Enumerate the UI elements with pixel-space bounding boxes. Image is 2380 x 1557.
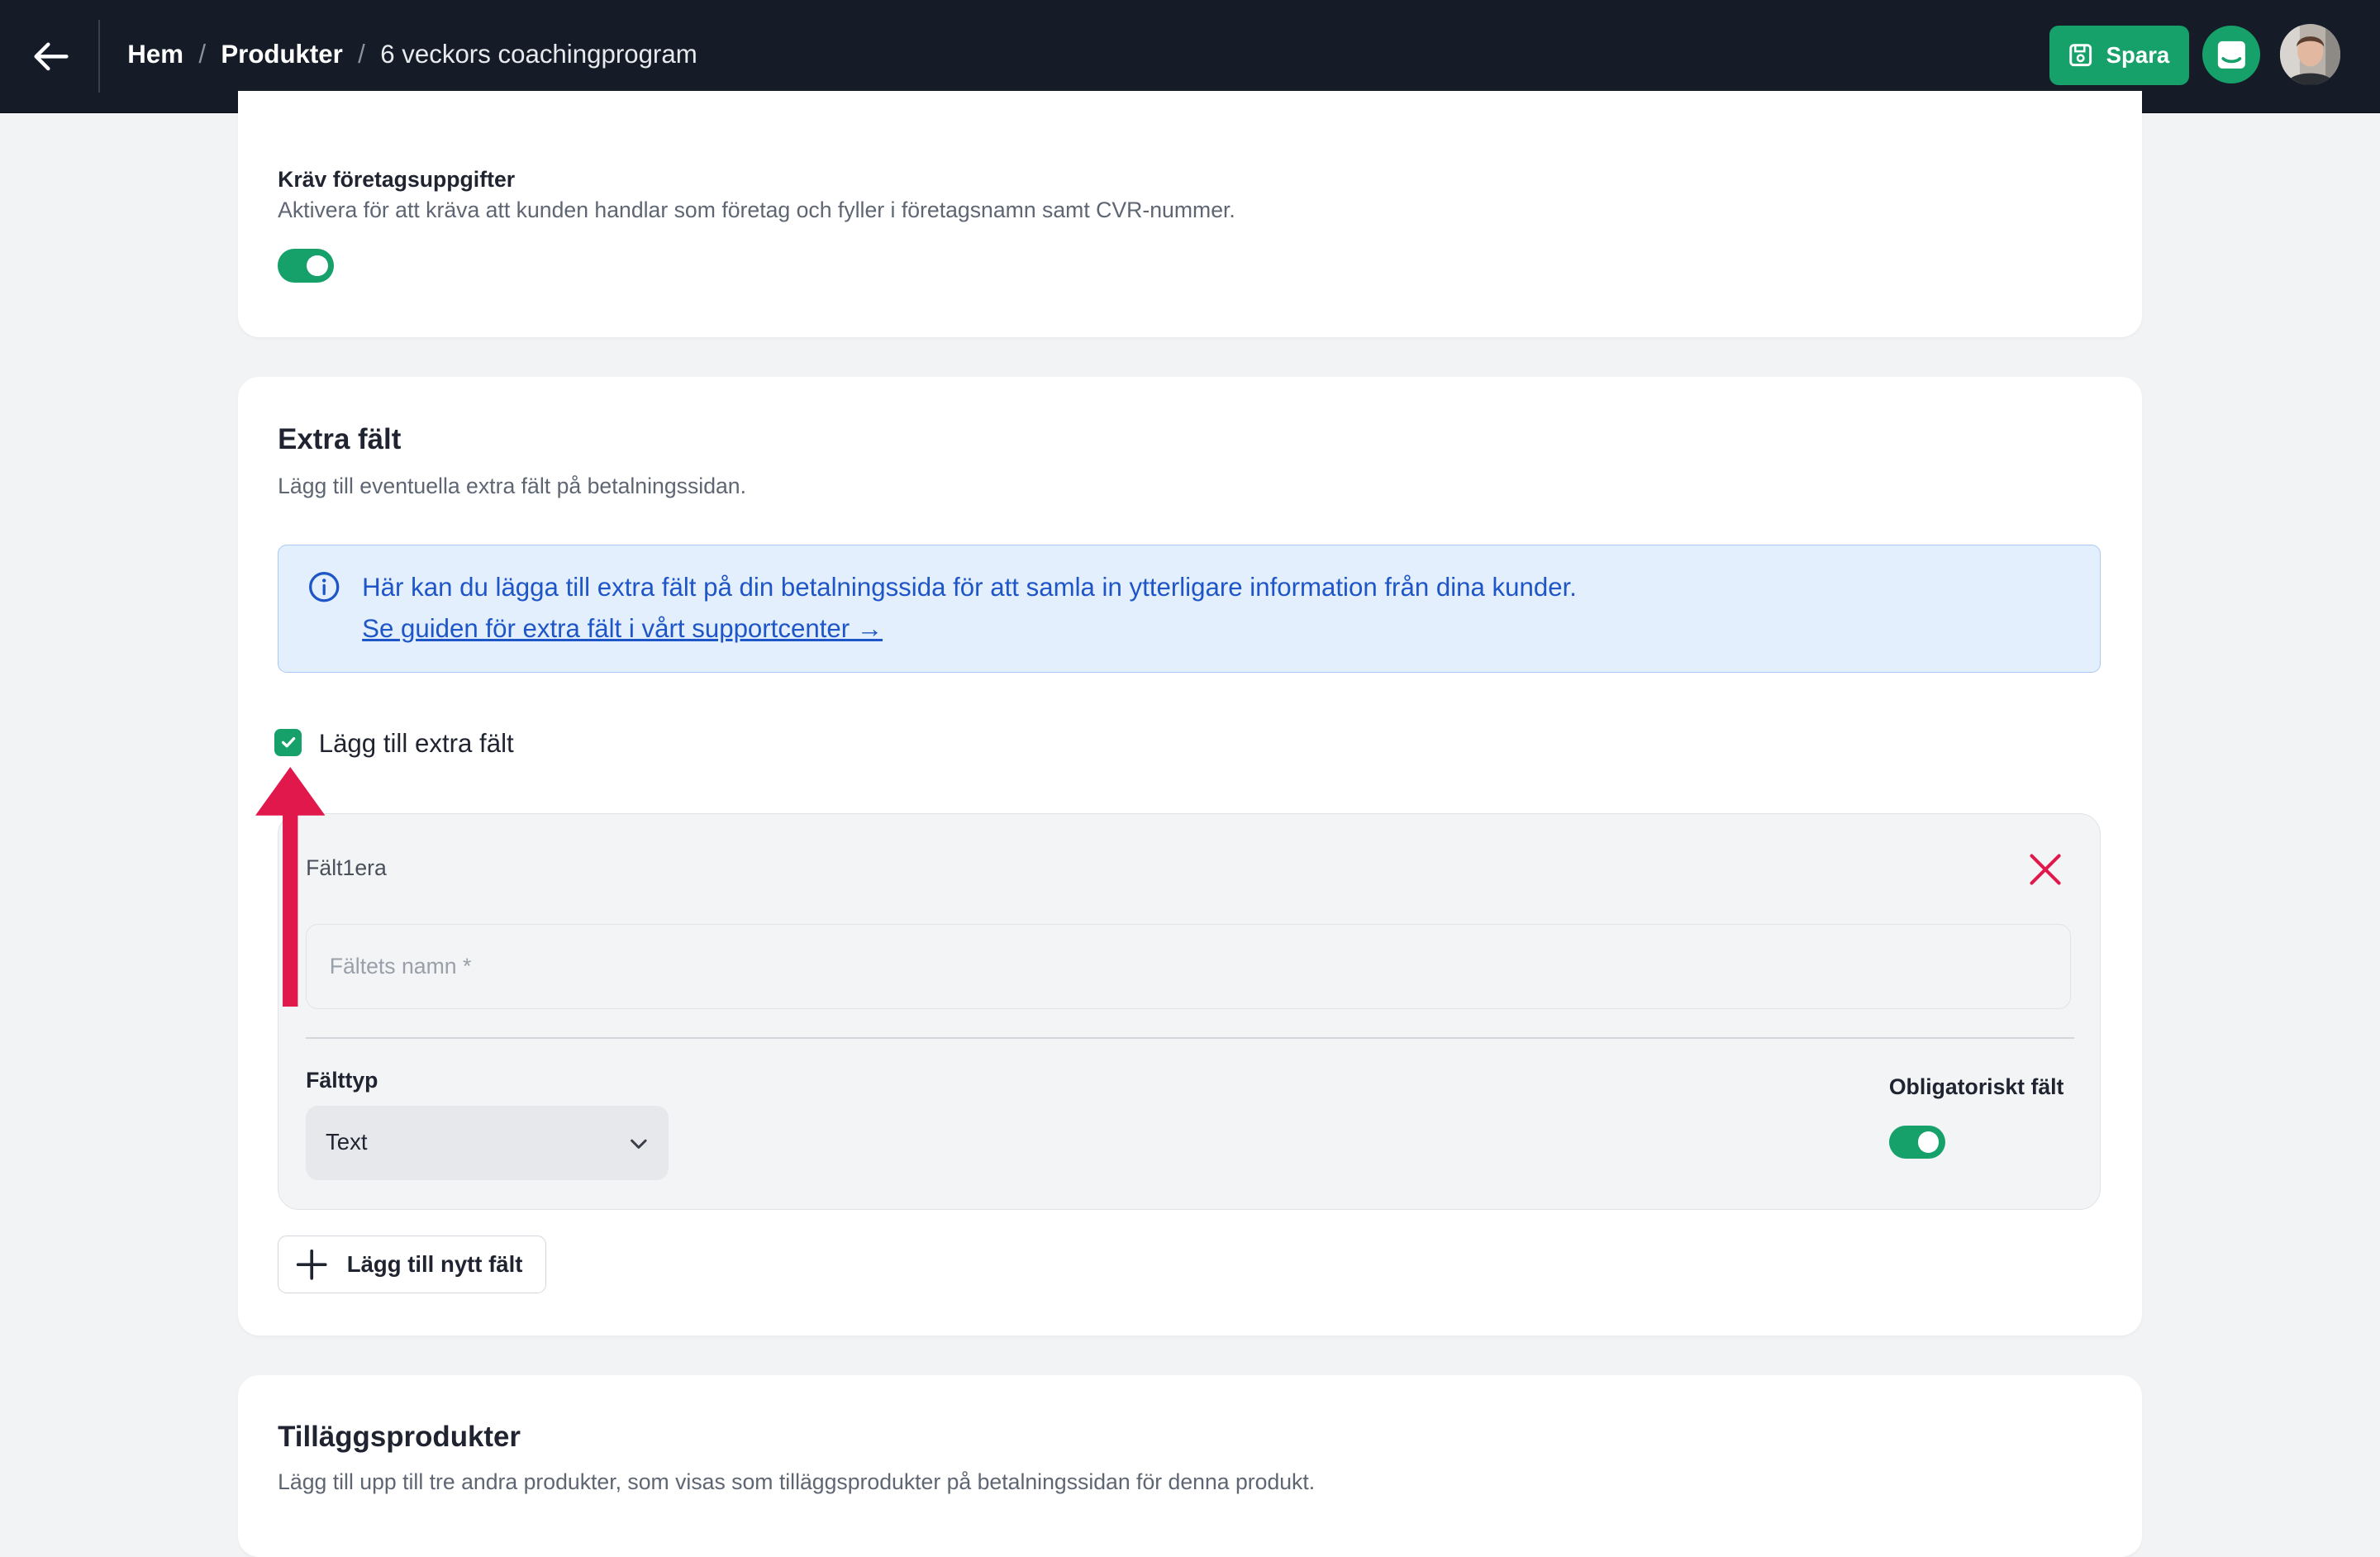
plus-icon: [297, 1249, 327, 1280]
info-alert: Här kan du lägga till extra fält på din …: [278, 545, 2102, 673]
chevron-down-icon: [630, 1139, 647, 1150]
required-field-toggle[interactable]: [1888, 1125, 1945, 1159]
required-field-label: Obligatoriskt fält: [1888, 1074, 2064, 1099]
inbox-button[interactable]: [2202, 26, 2260, 83]
back-arrow-icon: [34, 42, 69, 70]
extra-fields-title: Extra fält: [278, 423, 402, 456]
field-type-label: Fälttyp: [306, 1068, 378, 1093]
save-button-label: Spara: [2106, 42, 2170, 69]
breadcrumb-home[interactable]: Hem: [127, 40, 183, 69]
breadcrumb-current: 6 veckors coachingprogram: [380, 39, 697, 69]
breadcrumb: Hem / Produkter / 6 veckors coachingprog…: [127, 40, 697, 69]
avatar-photo: [2279, 24, 2341, 85]
field-name-input[interactable]: [306, 923, 2072, 1009]
add-new-field-button[interactable]: Lägg till nytt fält: [278, 1236, 547, 1293]
info-alert-text: Här kan du lägga till extra fält på din …: [362, 573, 1577, 602]
company-requirement-description: Aktivera för att kräva att kunden handla…: [278, 197, 1235, 222]
extra-field-item: Fält1era Fälttyp Text Obligatoriskt fält: [278, 813, 2102, 1210]
user-avatar[interactable]: [2279, 24, 2341, 85]
addon-products-title: Tilläggsprodukter: [278, 1421, 521, 1454]
addon-products-subtitle: Lägg till upp till tre andra produkter, …: [278, 1469, 1316, 1494]
field-type-value: Text: [326, 1128, 368, 1155]
company-requirement-title: Kräv företagsuppgifter: [278, 167, 516, 193]
company-details-card: Kräv företagsuppgifter Aktivera för att …: [238, 91, 2142, 337]
remove-field-button[interactable]: [2027, 851, 2063, 888]
info-icon: [309, 571, 340, 602]
breadcrumb-separator: /: [358, 39, 365, 69]
addon-products-card: Tilläggsprodukter Lägg till upp till tre…: [238, 1375, 2142, 1557]
back-arrow-button[interactable]: [27, 33, 76, 79]
add-extra-fields-checkbox[interactable]: [274, 728, 302, 756]
close-icon: [2030, 854, 2061, 885]
extra-fields-card: Extra fält Lägg till eventuella extra fä…: [238, 376, 2142, 1336]
support-guide-link[interactable]: Se guiden för extra fält i vårt supportc…: [362, 614, 883, 644]
field-type-select[interactable]: Text: [306, 1106, 669, 1181]
breadcrumb-separator: /: [198, 39, 206, 69]
annotation-arrow-icon: [255, 766, 326, 1007]
header-divider: [98, 19, 101, 93]
inbox-icon: [2217, 40, 2245, 69]
breadcrumb-products[interactable]: Produkter: [221, 40, 342, 69]
add-new-field-label: Lägg till nytt fält: [346, 1250, 523, 1277]
checkmark-icon: [281, 737, 296, 748]
extra-fields-subtitle: Lägg till eventuella extra fält på betal…: [278, 474, 747, 499]
save-button[interactable]: Spara: [2049, 26, 2189, 85]
add-extra-fields-label[interactable]: Lägg till extra fält: [319, 729, 514, 759]
save-disk-icon: [2069, 44, 2092, 67]
company-requirement-toggle[interactable]: [278, 249, 335, 283]
field-divider: [306, 1037, 2074, 1040]
